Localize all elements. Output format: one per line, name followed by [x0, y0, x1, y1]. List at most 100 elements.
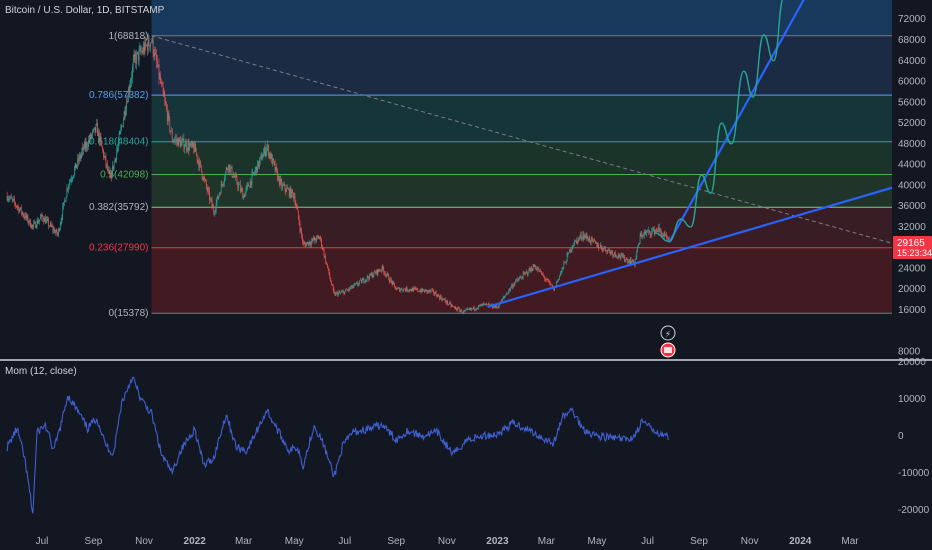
- fib-label-4: 0.382(35792): [89, 202, 149, 213]
- candle-body: [564, 262, 565, 264]
- price-axis-tick: 24000: [898, 263, 926, 274]
- candle-body: [608, 249, 609, 251]
- candle-body: [284, 184, 286, 190]
- candle-body: [610, 251, 612, 254]
- candle-body: [28, 222, 30, 224]
- candle-body: [574, 241, 575, 246]
- price-axis-tick: 44000: [898, 160, 926, 171]
- candle-body: [64, 200, 66, 202]
- candle-body: [287, 188, 288, 190]
- candle-body: [327, 263, 328, 268]
- candle-body: [312, 238, 313, 241]
- candle-body: [617, 257, 619, 258]
- candle-body: [414, 288, 416, 290]
- candle-body: [395, 289, 397, 291]
- candle-body: [439, 296, 441, 299]
- fib-band-1: [151, 95, 892, 142]
- candle-body: [10, 196, 11, 198]
- candle-body: [82, 146, 83, 152]
- candle-body: [148, 38, 150, 46]
- candle-body: [102, 146, 103, 150]
- candle-body: [168, 113, 170, 118]
- candle-body: [181, 139, 183, 142]
- candle-body: [597, 245, 599, 248]
- candle-body: [503, 296, 505, 298]
- candle-body: [191, 142, 193, 146]
- candle-body: [320, 237, 322, 239]
- candle-body: [166, 109, 168, 121]
- candle-body: [266, 146, 268, 151]
- flag-glyph: [664, 347, 672, 353]
- candle-body: [113, 161, 115, 169]
- candle-body: [323, 249, 325, 257]
- candle-body: [619, 256, 621, 258]
- candle-body: [159, 76, 161, 79]
- candle-body: [161, 82, 162, 84]
- candle-body: [575, 240, 577, 242]
- candle-body: [385, 273, 386, 276]
- candle-body: [309, 241, 311, 244]
- candle-body: [573, 245, 575, 246]
- candle-body: [435, 292, 437, 296]
- candle-body: [411, 288, 413, 291]
- price-axis-tick: 8000: [898, 347, 921, 358]
- candle-body: [156, 54, 157, 62]
- candle-body: [662, 234, 664, 236]
- candle-body: [176, 139, 178, 141]
- candle-body: [50, 223, 52, 227]
- candle-body: [200, 161, 201, 165]
- candle-body: [458, 308, 460, 312]
- candle-body: [117, 142, 119, 148]
- candle-body: [116, 151, 118, 160]
- candle-body: [231, 166, 233, 177]
- candle-body: [340, 292, 341, 294]
- candle-body: [95, 124, 97, 133]
- candle-body: [524, 273, 526, 275]
- candle-body: [551, 284, 552, 286]
- candle-body: [609, 249, 610, 251]
- candle-body: [176, 138, 177, 141]
- indicator-title: Mom (12, close): [5, 366, 77, 377]
- candle-body: [151, 38, 153, 42]
- candle-body: [57, 234, 59, 235]
- candle-body: [215, 209, 216, 213]
- candle-body: [536, 268, 538, 270]
- candle-body: [437, 294, 439, 298]
- candle-body: [230, 166, 232, 168]
- candle-body: [232, 176, 234, 178]
- candle-body: [304, 243, 306, 245]
- time-axis-tick: May: [588, 536, 607, 547]
- candle-body: [412, 288, 414, 292]
- candle-body: [584, 235, 585, 239]
- candle-body: [276, 167, 278, 171]
- candle-body: [55, 229, 57, 232]
- candle-body: [641, 233, 643, 237]
- fib-band-0: [151, 35, 892, 96]
- candle-body: [131, 77, 132, 81]
- candle-body: [25, 214, 27, 219]
- candle-body: [653, 227, 655, 234]
- candle-body: [233, 175, 234, 178]
- candle-body: [406, 287, 408, 291]
- candle-body: [513, 284, 515, 286]
- candle-body: [270, 154, 272, 159]
- candle-body: [196, 154, 198, 161]
- candle-body: [504, 296, 506, 297]
- candle-body: [26, 215, 28, 219]
- candle-body: [396, 288, 398, 290]
- candle-body: [307, 242, 308, 244]
- candle-body: [100, 136, 102, 142]
- candle-body: [416, 288, 418, 290]
- candle-body: [443, 298, 444, 300]
- candle-body: [126, 101, 127, 111]
- candle-body: [15, 202, 16, 206]
- candle-body: [559, 275, 561, 279]
- candle-body: [522, 273, 524, 279]
- chart-canvas[interactable]: 1(68818)0.786(57382)0.618(48404)0.5(4209…: [0, 0, 932, 550]
- candle-body: [472, 308, 473, 310]
- candle-body: [20, 207, 21, 210]
- candle-body: [244, 191, 246, 198]
- candle-body: [361, 279, 363, 283]
- candle-body: [487, 304, 488, 306]
- candle-body: [570, 249, 571, 252]
